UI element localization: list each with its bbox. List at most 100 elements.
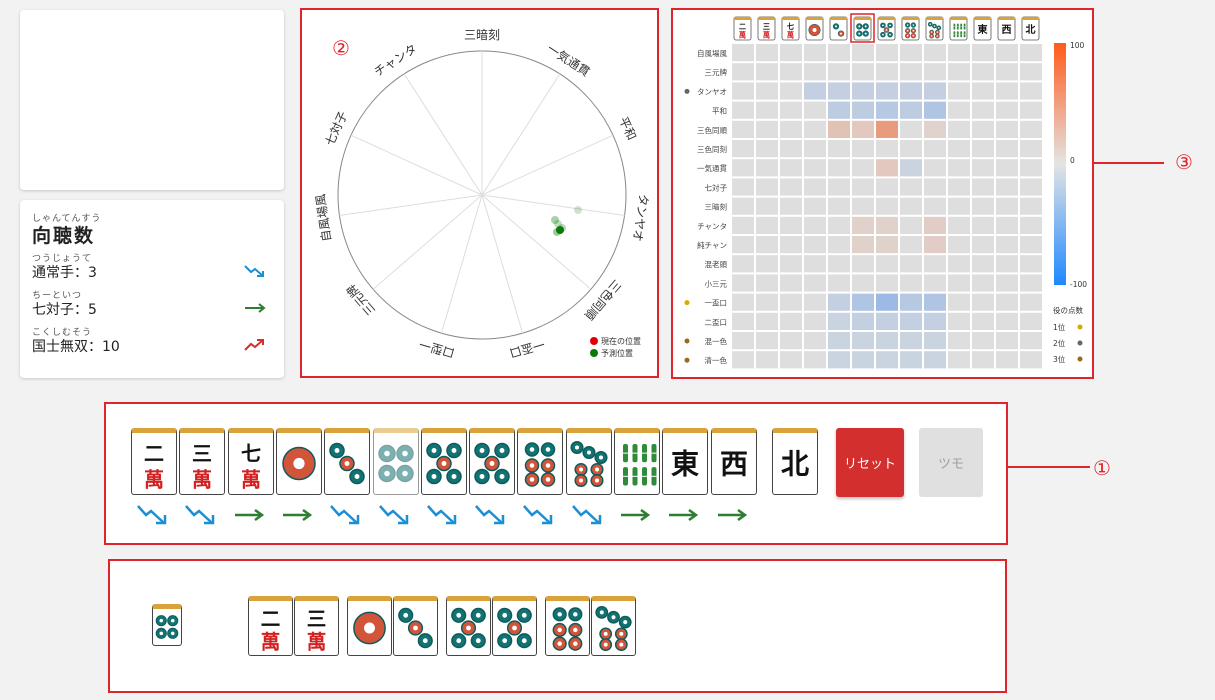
- rank-label: 2位: [1053, 338, 1066, 348]
- heatmap-cell: [804, 236, 826, 254]
- heatmap-cell: [852, 140, 874, 158]
- hand-tile[interactable]: [469, 428, 516, 495]
- tile-face: [595, 605, 632, 652]
- trend-down-icon: [523, 505, 553, 525]
- radar-axis-label: チャンタ: [372, 42, 420, 80]
- heatmap-cell: [828, 236, 850, 254]
- heatmap-cell: [876, 140, 898, 158]
- meld-tile[interactable]: [347, 596, 392, 656]
- header-tile[interactable]: [853, 16, 872, 41]
- hand-tile[interactable]: [517, 428, 564, 495]
- heatmap-cell: [876, 82, 898, 100]
- heatmap-cell: [804, 101, 826, 119]
- svg-text:二: 二: [144, 441, 164, 465]
- svg-text:七: 七: [787, 22, 794, 31]
- heatmap-cell: [972, 197, 994, 215]
- hand-tile[interactable]: 三萬: [179, 428, 226, 495]
- heatmap-cell: [924, 216, 946, 234]
- heatmap-cell: [876, 63, 898, 81]
- hand-tile[interactable]: [275, 428, 322, 495]
- tile-face: 二萬: [261, 607, 281, 653]
- heatmap-cell: [972, 63, 994, 81]
- heatmap-cell: [972, 44, 994, 62]
- heatmap-cell: [996, 120, 1018, 138]
- meld-tile[interactable]: [492, 596, 537, 656]
- heatmap-cell: [948, 44, 970, 62]
- heatmap-cell: [948, 332, 970, 350]
- heatmap-cell: [1020, 120, 1042, 138]
- hand-tile[interactable]: 七萬: [227, 428, 274, 495]
- hand-tile[interactable]: 東: [662, 428, 709, 495]
- reset-button[interactable]: リセット: [836, 428, 904, 497]
- hand-tile[interactable]: [614, 428, 660, 495]
- heatmap-cell: [780, 197, 802, 215]
- heatmap-cell: [900, 159, 922, 177]
- meld-tile[interactable]: 三萬: [294, 596, 339, 656]
- meld-tile[interactable]: [591, 596, 636, 656]
- heatmap-cell: [900, 63, 922, 81]
- heatmap-cell: [852, 216, 874, 234]
- discarded-tile[interactable]: [152, 604, 182, 646]
- legend-dot: [590, 349, 598, 357]
- heatmap-cell: [1020, 216, 1042, 234]
- heatmap-row-label: 混老頭: [705, 259, 728, 269]
- heatmap-cell: [876, 351, 898, 369]
- heatmap-cell: [948, 82, 970, 100]
- meld-tile[interactable]: [446, 596, 491, 656]
- hand-tile[interactable]: [420, 428, 467, 495]
- rank-label: 3位: [1053, 354, 1066, 364]
- tile-face: [451, 607, 486, 649]
- heatmap-cell: [876, 120, 898, 138]
- yaku-radar-chart: 三暗刻一気通貫平和タンヤオ三色同順一盃口 口型一 三元牌 自風場風 七対子 チャンタ現在の…: [313, 27, 651, 360]
- heatmap-cell: [1020, 63, 1042, 81]
- tile-face: 西: [720, 447, 748, 480]
- rank-title: 役の点数: [1053, 305, 1083, 315]
- tile-face: 東: [671, 447, 699, 480]
- heatmap-cell: [756, 332, 778, 350]
- heatmap-cell: [732, 293, 754, 311]
- heatmap-cell: [972, 159, 994, 177]
- heatmap-cell: [972, 332, 994, 350]
- heatmap-cell: [828, 332, 850, 350]
- hand-tile[interactable]: [565, 428, 612, 495]
- heatmap-cell: [948, 293, 970, 311]
- meld-tile[interactable]: [545, 596, 590, 656]
- heatmap-cell: [780, 274, 802, 292]
- heatmap-cell: [876, 159, 898, 177]
- heatmap-cell: [732, 332, 754, 350]
- heatmap-cell: [1020, 274, 1042, 292]
- meld-tile[interactable]: [393, 596, 438, 656]
- heatmap-cell: [996, 274, 1018, 292]
- heatmap-cell: [756, 140, 778, 158]
- heatmap-cell: [876, 44, 898, 62]
- info-card-empty: [20, 10, 284, 190]
- heatmap-row-label: 平和: [712, 107, 727, 116]
- hand-tile[interactable]: [324, 428, 371, 495]
- tile-face: [155, 615, 179, 639]
- heatmap-cell: [780, 44, 802, 62]
- hand-tile[interactable]: [372, 428, 419, 495]
- drawn-tile[interactable]: 北: [772, 428, 818, 495]
- radar-axis-label: タンヤオ: [630, 193, 651, 243]
- heatmap-cell: [732, 159, 754, 177]
- heatmap-cell: [924, 63, 946, 81]
- rank-dot: [1077, 356, 1083, 362]
- tsumo-button[interactable]: ツモ: [919, 428, 983, 497]
- heatmap-cell: [996, 140, 1018, 158]
- yaku-radar-panel: ② 三暗刻 一気通貫 平和 タンヤオ 三色同順 一盃口 口型一 三元牌 自風場風 七対子 チャンタ現…: [300, 8, 659, 378]
- heatmap-cell: [948, 178, 970, 196]
- meld-tile[interactable]: 二萬: [248, 596, 293, 656]
- annotation-2: ②: [332, 36, 350, 60]
- shanten-row-ruby: つうじょうて: [32, 254, 93, 264]
- heatmap-cell: [732, 63, 754, 81]
- heatmap-cell: [876, 293, 898, 311]
- header-tile[interactable]: [829, 16, 848, 41]
- svg-text:西: 西: [1002, 24, 1012, 36]
- heatmap-cell: [756, 101, 778, 119]
- header-tile[interactable]: [901, 16, 920, 41]
- trend-down-icon: [475, 505, 505, 525]
- heatmap-cell: [1020, 236, 1042, 254]
- heatmap-cell: [996, 216, 1018, 234]
- hand-tile[interactable]: 二萬: [131, 428, 177, 495]
- hand-tile[interactable]: 西: [710, 428, 757, 495]
